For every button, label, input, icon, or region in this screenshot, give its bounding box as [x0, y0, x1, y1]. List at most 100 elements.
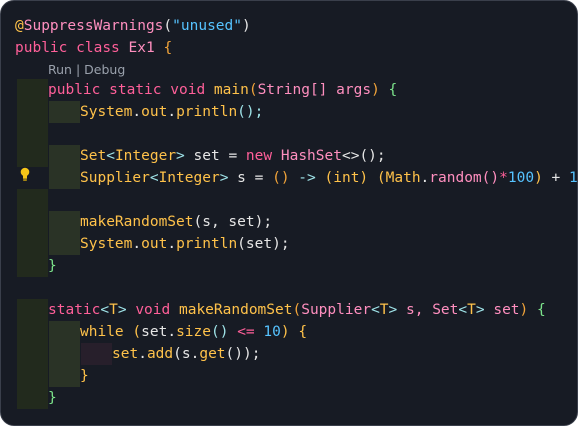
code-line-16: } [1, 365, 577, 387]
indent-guide [49, 211, 80, 233]
call-rest: ()); [225, 346, 261, 362]
indent-guide [17, 189, 48, 211]
keyword-void: void [170, 82, 206, 98]
code-line-2: public class Ex1 { [1, 37, 577, 59]
run-link[interactable]: Run [48, 62, 72, 77]
variable: set [112, 346, 139, 362]
indent-guide [17, 343, 48, 365]
code-line-5 [1, 123, 577, 145]
number: 100 [507, 170, 535, 186]
type-param: T [109, 302, 118, 318]
dot: . [138, 346, 147, 362]
operator: = [228, 148, 238, 164]
dot: . [167, 324, 177, 340]
lightbulb-icon[interactable] [20, 167, 30, 182]
method-call: add [146, 346, 174, 362]
code-line-15: set.add(s.get()); [1, 343, 577, 365]
codelens: Run | Debug [48, 61, 125, 79]
method-name: makeRandomSet [178, 302, 293, 318]
generic-open: < [149, 170, 159, 186]
type-integer: Integer [114, 148, 177, 164]
call-args: (set); [237, 236, 290, 252]
method-call: get [199, 346, 226, 362]
indent-guide [49, 365, 80, 387]
class-ref: System [80, 104, 133, 120]
indent-guide [49, 167, 80, 189]
keyword-while: while [80, 324, 124, 340]
generic-close: > [117, 302, 127, 318]
keyword-new: new [245, 148, 273, 164]
code-line-1: @SuppressWarnings("unused") [1, 15, 577, 37]
operator: + [551, 170, 561, 186]
keyword-static: static [48, 302, 101, 318]
code-line-11: } [1, 255, 577, 277]
codelens-separator: | [71, 62, 85, 77]
indent-guide [17, 145, 48, 167]
code-editor: @SuppressWarnings("unused") public class… [0, 0, 578, 426]
paren: ( [376, 170, 386, 186]
field-ref: out [141, 104, 168, 120]
brace: { [388, 82, 398, 98]
method-call: random [429, 170, 482, 186]
operator: <= [237, 324, 255, 340]
dot: . [420, 170, 430, 186]
brace: } [48, 258, 57, 274]
type-set: Set [80, 148, 107, 164]
indent-guide [17, 211, 48, 233]
generic-close: > [176, 148, 185, 164]
paren: ( [132, 324, 142, 340]
type-integer: Integer [158, 170, 220, 186]
number: 1 [569, 170, 578, 186]
indent-guide [49, 101, 80, 123]
keyword-void: void [135, 302, 171, 318]
generic-open: < [106, 148, 115, 164]
indent-guide [49, 321, 80, 343]
brace: { [537, 302, 546, 318]
method-name: main [213, 82, 249, 98]
method-call: println [176, 236, 238, 252]
keyword-public: public [15, 40, 68, 56]
paren: ( [248, 82, 258, 98]
brace: } [80, 368, 89, 384]
indent-guide [17, 79, 48, 101]
dot: . [167, 236, 177, 252]
code-line-17: } [1, 387, 577, 409]
code-line-14: while (set.size() <= 10) { [1, 321, 577, 343]
type-param: T [379, 302, 389, 318]
number: 10 [263, 324, 281, 340]
brace: } [48, 390, 57, 406]
indent-guide [17, 387, 48, 409]
code-line-3: public static void main(String[] args) { [1, 79, 577, 101]
type-supplier: Supplier [80, 170, 150, 186]
indent-guide [17, 233, 48, 255]
call-rest: (); [359, 148, 386, 164]
operator: * [499, 170, 508, 186]
method-call: println [176, 104, 238, 120]
param-name: s, [406, 302, 424, 318]
generic-close: > [219, 170, 229, 186]
annotation-at: @ [15, 18, 24, 34]
indent-guide [17, 365, 48, 387]
paren: ( [163, 18, 173, 34]
indent-guide [49, 233, 80, 255]
paren: ( [292, 302, 302, 318]
paren: ) [280, 324, 290, 340]
debug-link[interactable]: Debug [84, 62, 125, 77]
cast: (int) [324, 170, 369, 186]
type-set: Set [432, 302, 459, 318]
paren: ) [534, 170, 543, 186]
generic-open: < [371, 302, 380, 318]
call-rest: (); [237, 104, 264, 120]
paren: ) [242, 18, 251, 34]
generic-close: > [475, 302, 485, 318]
generic-open: < [100, 302, 110, 318]
indent-guide [17, 321, 48, 343]
code-line-13: static<T> void makeRandomSet(Supplier<T>… [1, 299, 577, 321]
generic-close: > [388, 302, 398, 318]
paren: ) [371, 82, 380, 98]
dot: . [132, 236, 142, 252]
lambda-params: () [272, 170, 290, 186]
code-line-10: System.out.println(set); [1, 233, 577, 255]
dot: . [167, 104, 177, 120]
diamond: <> [341, 148, 360, 164]
